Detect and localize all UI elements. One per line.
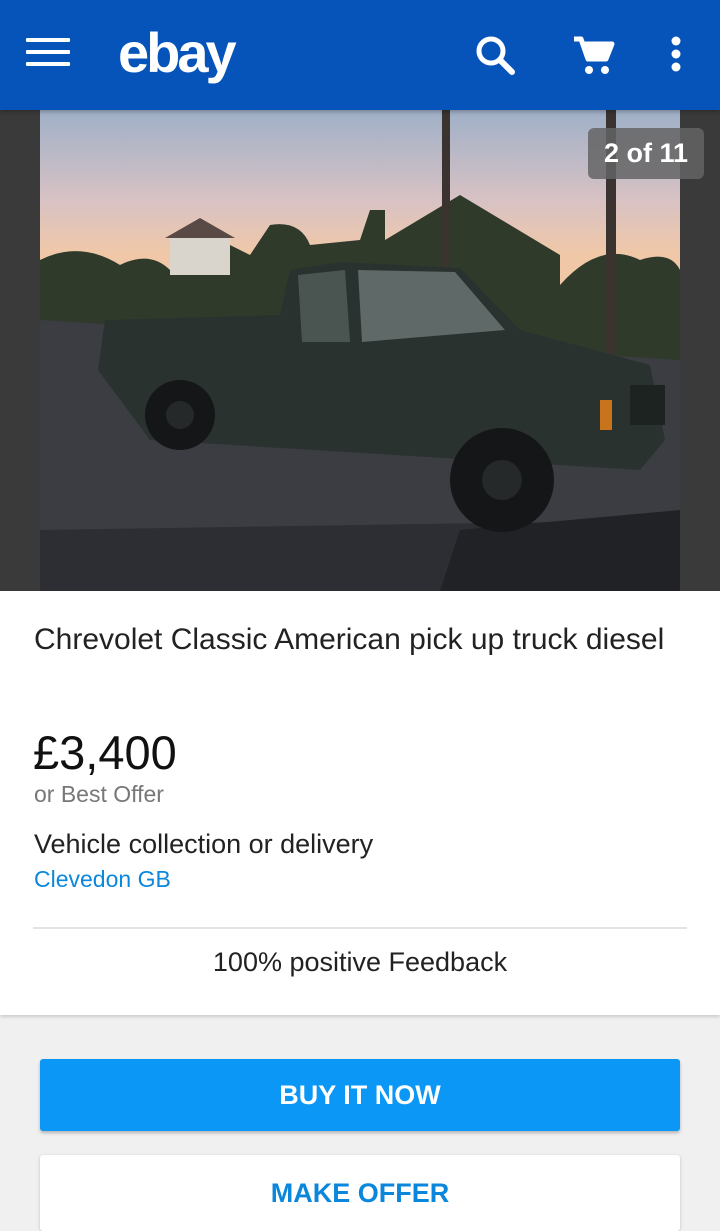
ebay-logo[interactable]: ebay: [118, 20, 237, 85]
hamburger-menu-icon[interactable]: [26, 38, 70, 72]
best-offer-text: or Best Offer: [34, 781, 164, 807]
seller-feedback[interactable]: 100% positive Feedback: [0, 947, 720, 978]
app-bar: ebay: [0, 0, 720, 110]
listing-details: Chrevolet Classic American pick up truck…: [0, 591, 720, 1015]
more-vertical-icon[interactable]: [652, 30, 702, 80]
item-location-link[interactable]: Clevedon GB: [34, 866, 171, 893]
search-icon[interactable]: [470, 30, 520, 80]
listing-title: Chrevolet Classic American pick up truck…: [34, 623, 665, 656]
listing-price: £3,400: [33, 726, 177, 779]
delivery-info: Vehicle collection or delivery: [34, 829, 374, 859]
buy-it-now-button[interactable]: BUY IT NOW: [40, 1059, 680, 1131]
divider: [33, 927, 687, 929]
cart-icon[interactable]: [568, 30, 618, 80]
image-gallery[interactable]: 2 of 11: [0, 110, 720, 591]
make-offer-button[interactable]: MAKE OFFER: [40, 1155, 680, 1231]
listing-photo[interactable]: [40, 110, 680, 591]
image-counter-badge: 2 of 11: [587, 128, 704, 179]
